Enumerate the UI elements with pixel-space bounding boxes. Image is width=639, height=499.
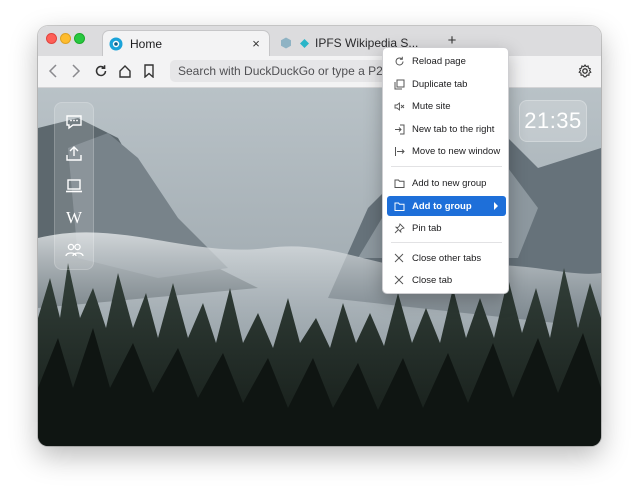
menu-item-pin-tab[interactable]: Pin tab — [387, 218, 506, 238]
menu-item-label: Pin tab — [412, 222, 442, 234]
duplicate-icon — [393, 78, 405, 90]
ipfs-favicon-icon — [280, 37, 292, 49]
tab-close-icon[interactable]: × — [249, 36, 263, 51]
close-icon — [393, 274, 405, 286]
menu-item-reload-page[interactable]: Reload page — [387, 51, 506, 71]
new-tab-page: W 21:35 — [38, 88, 601, 446]
menu-item-label: Move to new window — [412, 145, 501, 157]
sidebar-panel: W — [54, 102, 94, 270]
close-icon — [393, 252, 405, 264]
menu-item-label: New tab to the right — [412, 123, 495, 135]
menu-item-close-tab[interactable]: Close tab — [387, 270, 506, 290]
wallpaper-image — [38, 88, 601, 446]
wikipedia-icon[interactable]: W — [61, 205, 87, 231]
menu-item-label: Add to group — [412, 200, 472, 212]
back-icon[interactable] — [44, 62, 62, 80]
submenu-arrow-icon — [494, 202, 498, 210]
menu-item-add-to-new-group[interactable]: Add to new group — [387, 173, 506, 193]
tab-strip: Home × IPFS Wikipedia S... + — [38, 26, 601, 56]
menu-item-label: Reload page — [412, 55, 466, 67]
home-favicon-icon — [109, 37, 123, 51]
mute-icon — [393, 100, 405, 112]
menu-item-duplicate-tab[interactable]: Duplicate tab — [387, 74, 506, 94]
toolbar: Search with DuckDuckGo or type a P2P URL — [38, 56, 601, 88]
minimize-window-button[interactable] — [60, 33, 71, 44]
zoom-window-button[interactable] — [74, 33, 85, 44]
menu-item-new-tab-right[interactable]: New tab to the right — [387, 119, 506, 139]
people-icon[interactable] — [61, 237, 87, 263]
folder-icon — [393, 177, 405, 189]
menu-item-label: Add to new group — [412, 177, 487, 189]
clock-widget: 21:35 — [519, 100, 587, 142]
menu-item-add-to-group[interactable]: Add to group — [387, 196, 506, 216]
menu-item-mute-site[interactable]: Mute site — [387, 96, 506, 116]
new-tab-right-icon — [393, 123, 405, 135]
menu-item-close-other-tabs[interactable]: Close other tabs — [387, 248, 506, 268]
close-window-button[interactable] — [46, 33, 57, 44]
ipfs-diamond-icon — [300, 38, 309, 48]
tab-context-menu: Reload page Duplicate tab Mute site New … — [382, 47, 509, 294]
bookmark-icon[interactable] — [140, 62, 158, 80]
chat-icon[interactable] — [61, 109, 87, 135]
menu-item-label: Mute site — [412, 100, 451, 112]
menu-separator — [391, 166, 502, 167]
home-icon[interactable] — [116, 62, 134, 80]
menu-item-label: Close tab — [412, 274, 453, 286]
forward-icon[interactable] — [67, 62, 85, 80]
settings-gear-icon[interactable] — [576, 62, 594, 80]
menu-item-move-to-new-window[interactable]: Move to new window — [387, 141, 506, 161]
menu-separator — [391, 242, 502, 243]
share-icon[interactable] — [61, 141, 87, 167]
pin-icon — [393, 222, 405, 234]
address-bar[interactable]: Search with DuckDuckGo or type a P2P URL — [170, 60, 406, 82]
browser-window: Home × IPFS Wikipedia S... + Search with… — [38, 26, 601, 446]
move-window-icon — [393, 145, 405, 157]
laptop-icon[interactable] — [61, 173, 87, 199]
reload-icon[interactable] — [92, 62, 110, 80]
tab-title: Home — [130, 36, 163, 51]
reload-icon — [393, 55, 405, 67]
menu-item-label: Close other tabs — [412, 252, 482, 264]
folder-icon — [393, 200, 405, 212]
tab-home[interactable]: Home × — [102, 30, 270, 56]
menu-item-label: Duplicate tab — [412, 78, 468, 90]
